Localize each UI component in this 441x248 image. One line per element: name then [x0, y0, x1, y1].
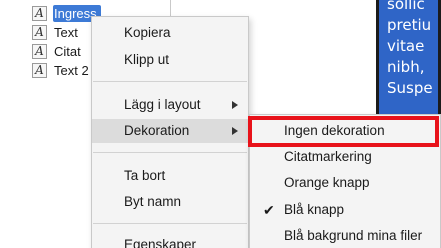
- submenu-arrow-icon: [232, 127, 238, 135]
- tree-item-label: Text: [54, 25, 78, 40]
- menu-item-cut[interactable]: Klipp ut: [92, 48, 248, 72]
- menu-separator: [93, 223, 247, 224]
- menu-separator: [93, 152, 247, 153]
- menu-item-decoration[interactable]: Dekoration: [92, 119, 248, 143]
- menu-item-delete[interactable]: Ta bort: [92, 164, 248, 188]
- preview-panel: sollic pretiu vitae nibh, Suspe: [376, 0, 441, 120]
- text-style-icon: A: [32, 6, 47, 21]
- menu-item-label: Dekoration: [124, 123, 190, 138]
- submenu-item-blue-button[interactable]: ✔ Blå knapp: [250, 198, 440, 222]
- menu-separator: [93, 81, 247, 82]
- preview-text-line: Suspe: [387, 79, 433, 97]
- submenu-item-orange-button[interactable]: Orange knapp: [250, 171, 440, 195]
- menu-item-copy[interactable]: Kopiera: [92, 21, 248, 45]
- submenu-arrow-icon: [232, 101, 238, 109]
- text-style-icon: A: [32, 44, 47, 59]
- menu-item-rename[interactable]: Byt namn: [92, 190, 248, 214]
- checkmark-icon: ✔: [263, 202, 275, 218]
- text-style-icon: A: [32, 25, 47, 40]
- submenu-item-label: Blå knapp: [284, 202, 345, 217]
- preview-text-line: vitae: [387, 37, 425, 55]
- submenu-item-blue-background-files[interactable]: Blå bakgrund mina filer: [250, 224, 440, 248]
- context-menu: Kopiera Klipp ut Lägg i layout Dekoratio…: [91, 16, 249, 248]
- submenu-item-quote-marking[interactable]: Citatmarkering: [250, 145, 440, 169]
- menu-item-add-to-layout[interactable]: Lägg i layout: [92, 93, 248, 117]
- tree-item-label: Citat: [54, 44, 81, 59]
- preview-text-line: pretiu: [387, 16, 432, 34]
- preview-text-line: nibh,: [387, 58, 425, 76]
- menu-item-properties[interactable]: Egenskaper: [92, 233, 248, 248]
- tree-item-label: Text 2: [54, 63, 89, 78]
- preview-text-line: sollic: [387, 0, 425, 13]
- text-style-icon: A: [32, 63, 47, 78]
- highlight-annotation: [248, 116, 439, 147]
- menu-item-label: Lägg i layout: [124, 97, 201, 112]
